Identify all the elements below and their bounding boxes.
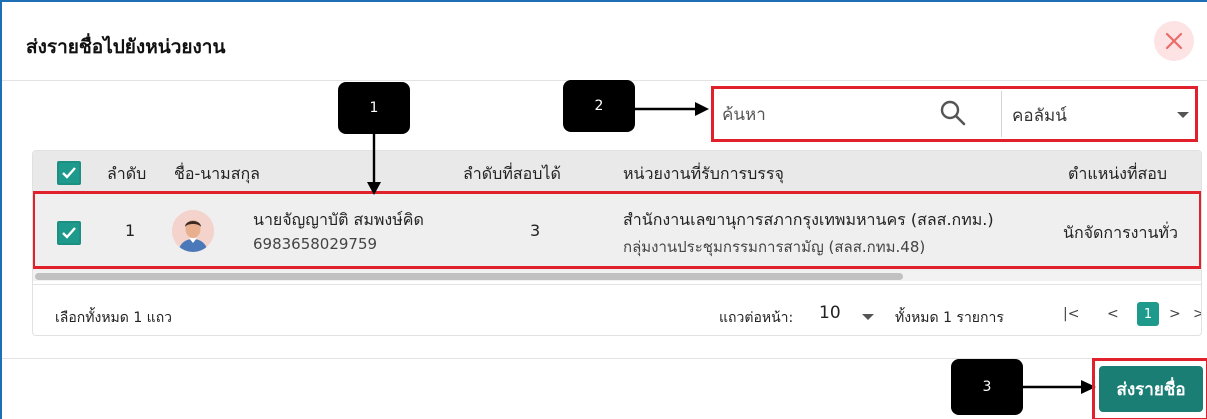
chevron-down-icon [1177,112,1189,118]
close-icon [1165,32,1183,50]
callout-2-arrow-icon [635,102,709,116]
prev-page-icon[interactable]: < [1107,306,1119,322]
dialog-title: ส่งรายชื่อไปยังหน่วยงาน [26,36,226,58]
rows-per-page-label: แถวต่อหน้า: [719,310,794,326]
col-order[interactable]: ลำดับ [107,162,146,187]
horizontal-scrollbar[interactable] [33,271,1201,281]
row-name: นายจัญญาบัติ สมพงษ์คิด [253,210,424,229]
row-id-number: 6983658029759 [253,235,378,253]
check-icon [62,167,76,179]
total-count: ทั้งหมด 1 รายการ [895,310,1004,326]
callout-3: 3 [951,359,1023,415]
column-select-label: คอลัมน์ [1012,105,1067,126]
col-position[interactable]: ตำแหน่งที่สอบ [1068,162,1167,187]
selected-count: เลือกทั้งหมด 1 แถว [55,310,173,326]
check-icon [62,227,76,239]
select-all-checkbox[interactable] [57,161,81,185]
send-names-dialog: ส่งรายชื่อไปยังหน่วยงาน คอลัมน์ [0,0,1207,419]
send-names-button[interactable]: ส่งรายชื่อ [1099,366,1203,412]
callout-1-arrow-icon [367,134,381,195]
search-divider [1001,91,1002,137]
column-select[interactable]: คอลัมน์ [1012,95,1192,135]
scrollbar-thumb[interactable] [35,273,903,280]
footer-divider [33,284,1201,285]
row-agency: สำนักงานเลขานุการสภากรุงเทพมหานคร (สลส.ก… [623,210,994,229]
row-sub-agency: กลุ่มงานประชุมกรรมการสามัญ (สลส.กทม.48) [623,238,926,256]
callout-3-arrow-icon [1023,380,1096,394]
row-checkbox[interactable] [57,221,81,245]
rows-per-page-select[interactable]: 10 [819,303,841,323]
table-row[interactable]: 1 นายจัญญาบัติ สมพงษ์คิด 6983658029759 3… [33,193,1201,271]
close-button[interactable] [1154,21,1194,61]
next-page-icon[interactable]: > [1169,306,1181,322]
search-icon[interactable] [939,99,967,127]
current-page-button[interactable]: 1 [1137,302,1159,326]
names-table: ลำดับ ชื่อ-นามสกุล ลำดับที่สอบได้ หน่วยง… [32,150,1202,336]
col-name[interactable]: ชื่อ-นามสกุล [174,162,260,187]
table-header: ลำดับ ชื่อ-นามสกุล ลำดับที่สอบได้ หน่วยง… [33,151,1201,193]
col-agency[interactable]: หน่วยงานที่รับการบรรจุ [623,162,784,187]
first-page-icon[interactable]: |< [1063,306,1079,322]
search-area: คอลัมน์ [711,86,1198,142]
last-page-icon[interactable]: >| [1193,306,1201,322]
col-rank[interactable]: ลำดับที่สอบได้ [463,162,561,187]
callout-2: 2 [563,80,635,132]
avatar [172,210,214,252]
row-position: นักจัดการงานทั่ว [1063,223,1178,242]
row-order: 1 [125,221,136,240]
rows-per-page-chevron-icon[interactable] [861,312,875,322]
row-rank: 3 [530,221,541,240]
footer-action-divider [2,358,1207,359]
callout-1: 1 [338,82,410,134]
